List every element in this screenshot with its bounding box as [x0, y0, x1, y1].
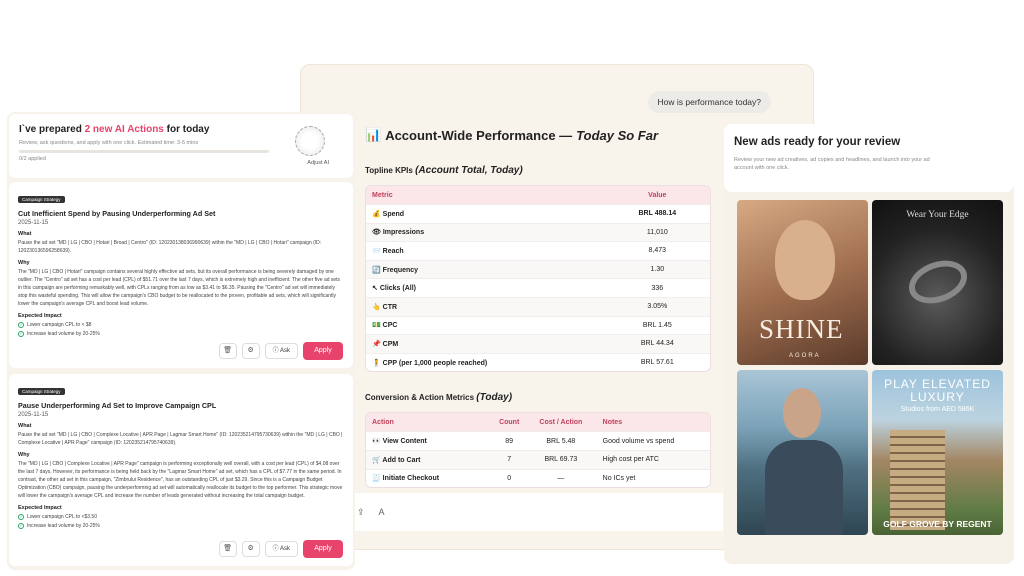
applied-progress-bar	[19, 150, 269, 153]
impact-item: ✓ Lower campaign CPL to < $8	[18, 322, 92, 328]
settings-icon[interactable]: ⚙	[241, 541, 260, 557]
actions-table: Action Count Cost / Action Notes 👀 View …	[365, 412, 711, 489]
action-card: Campaign Strategy Cut Inefficient Spend …	[9, 182, 353, 368]
check-icon: ✓	[18, 523, 24, 529]
surfer-portrait-image	[783, 388, 821, 438]
report-title: 📊 Account-Wide Performance — Today So Fa…	[365, 127, 659, 143]
card-date: 2025-11-15	[18, 412, 49, 418]
ad-creative-ring[interactable]: Wear Your Edge	[872, 200, 1003, 365]
impact-item: ✓ Increase lead volume by 20-25%	[18, 331, 100, 337]
card-date: 2025-11-15	[18, 220, 49, 226]
card-why: The "MD | LG | CBO | Complexe Locative |…	[18, 461, 343, 499]
ad-creative-golf-grove[interactable]: PLAY ELEVATED LUXURY Studios from AED 58…	[872, 370, 1003, 535]
check-icon: ✓	[18, 331, 24, 337]
building-image	[890, 430, 945, 530]
card-what: Pause the ad set "MD | LG | CBO | Comple…	[18, 432, 343, 446]
wetsuit-image	[765, 440, 843, 535]
new-ads-title: New ads ready for your review	[734, 136, 901, 148]
upload-icon[interactable]: ⇪	[357, 507, 365, 518]
delete-icon[interactable]: 🗑	[218, 343, 237, 359]
card-title: Cut Inefficient Spend by Pausing Underpe…	[18, 209, 216, 218]
ring-image	[902, 252, 974, 312]
new-ads-subtitle: Review your new ad creatives, ad copies …	[734, 157, 930, 171]
apply-button[interactable]: Apply	[303, 342, 343, 360]
actions-section-title: Conversion & Action Metrics (Today)	[365, 392, 513, 404]
apply-button[interactable]: Apply	[303, 540, 343, 558]
new-ads-panel: New ads ready for your review Review you…	[724, 124, 1014, 564]
card-buttons: 🗑 ⚙ ⓘ Ask Apply	[218, 342, 343, 360]
ask-button[interactable]: ⓘ Ask	[264, 343, 298, 359]
actions-table-header: Action Count Cost / Action Notes	[366, 413, 710, 432]
table-row: 🧍 CPP (per 1,000 people reached) BRL 57.6…	[366, 352, 710, 372]
table-row: 💵 CPC BRL 1.45	[366, 315, 710, 335]
model-portrait-image	[775, 220, 835, 300]
ai-orb-icon[interactable]	[295, 126, 325, 156]
impact-item: ✓ Increase lead volume by 20-25%	[18, 523, 100, 529]
table-row: 🧾 Initiate Checkout 0— No ICs yet	[366, 468, 710, 488]
ask-button[interactable]: ⓘ Ask	[264, 541, 298, 557]
table-row: 📨 Reach 8,473	[366, 241, 710, 260]
check-icon: ✓	[18, 322, 24, 328]
new-ads-header: New ads ready for your review Review you…	[724, 124, 1014, 192]
kpi-table-header: Metric Value	[366, 186, 710, 204]
table-row: ↖ Clicks (All) 336	[366, 278, 710, 297]
table-row: 💰 Spend BRL 488.14	[366, 204, 710, 223]
ai-actions-panel: I`ve prepared 2 new AI Actions for today…	[7, 112, 355, 570]
chart-icon: 📊	[365, 127, 382, 142]
card-title: Pause Underperforming Ad Set to Improve …	[18, 401, 217, 410]
ad-creative-shine[interactable]: SHINE AGORA	[737, 200, 868, 365]
card-what: Pause the ad set "MD | LG | CBO | Hotari…	[18, 240, 322, 254]
table-row: 👁 Impressions 11,010	[366, 222, 710, 242]
app-stage: How is performance today? 📊 Account-Wide…	[0, 0, 1024, 576]
action-card: Campaign Strategy Pause Underperforming …	[9, 374, 353, 566]
adjust-ai-button[interactable]: Adjust AI	[307, 160, 329, 166]
category-tag: Campaign Strategy	[18, 388, 65, 395]
table-row: 👀 View Content 89 BRL 5.48 Good volume vs s…	[366, 431, 710, 450]
kpi-table: Metric Value 💰 Spend BRL 488.14 👁 Impress…	[365, 185, 711, 373]
check-icon: ✓	[18, 514, 24, 520]
ai-actions-title: I`ve prepared 2 new AI Actions for today	[19, 124, 210, 135]
table-row: 👆 CTR 3.05%	[366, 296, 710, 316]
performance-report: 📊 Account-Wide Performance — Today So Fa…	[365, 127, 713, 489]
table-row: 🛒 Add to Cart 7 BRL 69.73 High cost per ATC	[366, 449, 710, 469]
card-buttons: 🗑 ⚙ ⓘ Ask Apply	[218, 540, 343, 558]
table-row: 🔄 Frequency 1.30	[366, 259, 710, 279]
user-message-bubble: How is performance today?	[647, 91, 771, 113]
card-why: The "MD | LG | CBO | Hotari" campaign co…	[18, 269, 341, 307]
settings-icon[interactable]: ⚙	[241, 343, 260, 359]
delete-icon[interactable]: 🗑	[218, 541, 237, 557]
applied-count: 0/2 applied	[19, 156, 46, 162]
chat-input[interactable]: A	[379, 507, 385, 517]
ad-creative-wetsuit[interactable]	[737, 370, 868, 535]
ai-actions-header: I`ve prepared 2 new AI Actions for today…	[9, 114, 353, 178]
table-row: 📌 CPM BRL 44.34	[366, 334, 710, 353]
chat-composer[interactable]: ⇪ A	[347, 493, 723, 531]
category-tag: Campaign Strategy	[18, 196, 65, 203]
impact-item: ✓ Lower campaign CPL to <$3.50	[18, 514, 97, 520]
kpi-section-title: Topline KPIs (Account Total, Today)	[365, 165, 523, 176]
